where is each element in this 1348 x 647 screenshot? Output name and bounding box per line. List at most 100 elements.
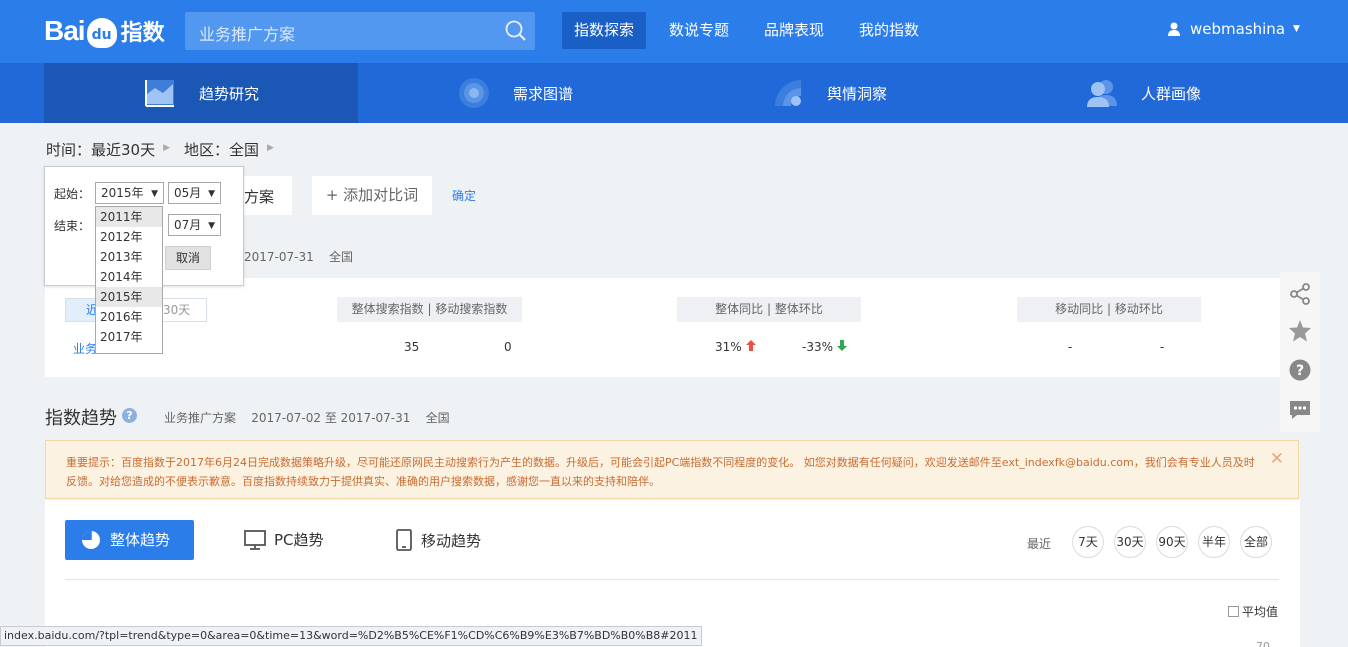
help-icon[interactable]: ? xyxy=(122,408,137,423)
filter-breadcrumb: 时间：最近30天 ▶ 地区：全国 ▶ xyxy=(46,139,288,160)
search-icon[interactable] xyxy=(505,20,527,42)
user-icon xyxy=(1168,22,1180,36)
target-icon xyxy=(458,78,489,108)
average-label: 平均值 xyxy=(1242,605,1279,619)
mobile-mom-value: - xyxy=(1160,340,1165,354)
chevron-down-icon: ▼ xyxy=(1293,24,1300,34)
mobile-search-value: 0 xyxy=(504,340,512,354)
tab-mobile-trend[interactable]: 移动趋势 xyxy=(395,529,481,551)
search-placeholder: 业务推广方案 xyxy=(199,25,296,44)
range-all-button[interactable]: 全部 xyxy=(1240,526,1272,558)
chevron-down-icon: ▼ xyxy=(208,221,215,231)
tab-audience-profile-label: 人群画像 xyxy=(1140,84,1201,103)
tab-audience-profile[interactable]: 人群画像 xyxy=(986,63,1300,123)
star-icon[interactable] xyxy=(1288,319,1312,343)
year-option[interactable]: 2016年 xyxy=(96,307,162,327)
tab-sentiment-insight[interactable]: 舆情洞察 xyxy=(672,63,986,123)
start-year-value: 2015年 xyxy=(101,186,144,200)
year-option[interactable]: 2014年 xyxy=(96,267,162,287)
overall-yoy-value: 31% xyxy=(715,340,756,354)
signal-icon xyxy=(774,80,801,106)
browser-status-bar: index.baidu.com/?tpl=trend&type=0&area=0… xyxy=(0,626,702,646)
notice-text: 重要提示：百度指数于2017年6月24日完成数据策略升级，尽可能还原网民主动搜索… xyxy=(66,456,1255,488)
end-label: 结束： xyxy=(54,219,91,233)
share-icon[interactable] xyxy=(1288,282,1312,306)
search-index-header: 整体搜索指数 | 移动搜索指数 xyxy=(337,297,522,322)
logo-du: du xyxy=(86,18,117,48)
nav-brand-performance[interactable]: 品牌表现 xyxy=(752,12,836,49)
user-menu[interactable]: webmashina ▼ xyxy=(1168,20,1300,38)
add-compare-button[interactable]: + 添加对比词 xyxy=(312,176,432,215)
divider xyxy=(65,579,1279,580)
tab-30-days[interactable]: 30天 xyxy=(163,299,190,321)
chevron-down-icon: ▼ xyxy=(151,189,158,199)
tab-trend-research[interactable]: 趋势研究 xyxy=(44,63,358,123)
area-chart-icon xyxy=(144,80,174,107)
comment-icon[interactable] xyxy=(1288,398,1312,422)
range-7d-button[interactable]: 7天 xyxy=(1072,526,1104,558)
year-option[interactable]: 2012年 xyxy=(96,227,162,247)
region-text: 全国 xyxy=(329,250,354,264)
range-30d-button[interactable]: 30天 xyxy=(1114,526,1146,558)
people-icon xyxy=(1086,80,1117,107)
search-input[interactable]: 业务推广方案 xyxy=(185,12,535,50)
tab-demand-graph[interactable]: 需求图谱 xyxy=(358,63,672,123)
notice-banner: 重要提示：百度指数于2017年6月24日完成数据策略升级，尽可能还原网民主动搜索… xyxy=(45,440,1299,499)
year-option-selected[interactable]: 2015年 xyxy=(96,287,162,307)
mobile-yoy-value: - xyxy=(1068,340,1073,354)
nav-index-explore[interactable]: 指数探索 xyxy=(562,12,647,49)
tab-pc-trend-label: PC趋势 xyxy=(274,531,324,549)
keyword-box[interactable]: 方案 xyxy=(240,176,292,215)
year-option[interactable]: 2017年 xyxy=(96,327,162,347)
close-icon[interactable]: ✕ xyxy=(1270,450,1284,469)
tab-demand-graph-label: 需求图谱 xyxy=(512,84,573,103)
monitor-icon xyxy=(244,529,266,550)
cancel-button[interactable]: 取消 xyxy=(165,246,211,270)
section-region: 全国 xyxy=(425,411,450,425)
sub-nav: 趋势研究 需求图谱 舆情洞察 人群画像 xyxy=(0,63,1348,123)
arrow-up-icon xyxy=(745,340,756,351)
trend-panel: 整体趋势 PC趋势 移动趋势 最近 7天 30天 90天 半年 全部 平均值 7… xyxy=(45,500,1300,647)
keyword-link[interactable]: 业务 xyxy=(73,340,97,357)
average-checkbox[interactable] xyxy=(1228,606,1239,617)
average-toggle[interactable]: 平均值 xyxy=(1228,603,1278,620)
tab-overall-trend[interactable]: 整体趋势 xyxy=(65,520,194,560)
top-bar: Bai du 指数 业务推广方案 指数探索 数说专题 品牌表现 我的指数 web… xyxy=(0,0,1348,63)
end-month-value: 07月 xyxy=(174,218,202,232)
region-filter[interactable]: 地区：全国 xyxy=(184,139,259,160)
nav-data-topics[interactable]: 数说专题 xyxy=(657,12,741,49)
overall-search-value: 35 xyxy=(404,340,420,354)
baidu-index-logo[interactable]: Bai du 指数 xyxy=(44,10,165,52)
summary-panel: 近 30天 业务 整体搜索指数 | 移动搜索指数 整体同比 | 整体环比 移动同… xyxy=(45,278,1300,377)
chevron-down-icon: ▼ xyxy=(208,189,215,199)
keyword-fragment: 方案 xyxy=(244,188,275,206)
date-end: 2017-07-31 xyxy=(244,250,314,264)
side-toolbar: ? xyxy=(1280,272,1320,432)
start-year-select[interactable]: 2015年 ▼ xyxy=(95,182,164,204)
range-half-year-button[interactable]: 半年 xyxy=(1198,526,1230,558)
start-month-select[interactable]: 05月 ▼ xyxy=(168,182,221,204)
help-icon[interactable]: ? xyxy=(1288,358,1312,382)
tab-sentiment-insight-label: 舆情洞察 xyxy=(826,84,887,103)
arrow-down-icon xyxy=(836,340,847,351)
tab-pc-trend[interactable]: PC趋势 xyxy=(244,529,324,550)
recent-label: 最近 xyxy=(1027,537,1052,551)
tab-overall-trend-label: 整体趋势 xyxy=(110,531,171,549)
username: webmashina xyxy=(1190,20,1286,38)
chevron-right-icon: ▶ xyxy=(163,143,171,153)
tab-trend-research-label: 趋势研究 xyxy=(198,84,259,103)
confirm-link[interactable]: 确定 xyxy=(452,187,476,204)
nav-my-index[interactable]: 我的指数 xyxy=(847,12,931,49)
logo-bai: Bai xyxy=(44,15,86,46)
date-range-text: 2017-07-31 全国 xyxy=(244,248,353,265)
overall-yoy-text: 31% xyxy=(715,340,742,354)
overall-mom-value: -33% xyxy=(802,340,847,354)
year-dropdown-list: 2011年 2012年 2013年 2014年 2015年 2016年 2017… xyxy=(95,206,163,354)
year-option[interactable]: 2013年 xyxy=(96,247,162,267)
section-keyword: 业务推广方案 xyxy=(164,411,237,425)
tab-mobile-trend-label: 移动趋势 xyxy=(421,531,482,550)
year-option[interactable]: 2011年 xyxy=(96,207,162,227)
range-90d-button[interactable]: 90天 xyxy=(1156,526,1188,558)
end-month-select[interactable]: 07月 ▼ xyxy=(168,214,221,236)
time-filter[interactable]: 时间：最近30天 xyxy=(46,139,155,160)
